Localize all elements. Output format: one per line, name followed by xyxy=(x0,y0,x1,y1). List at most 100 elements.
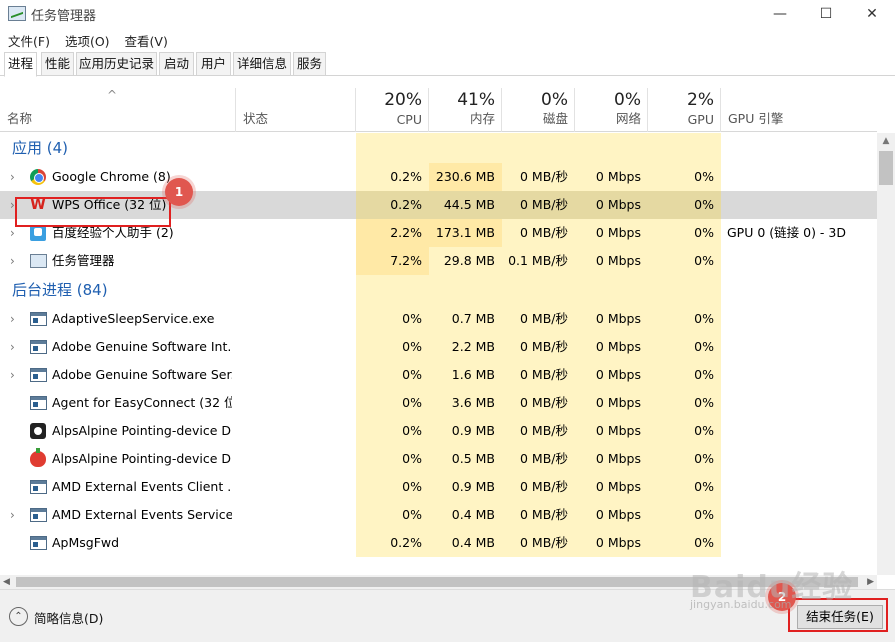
column-header: ^ 名称 状态 20% CPU 41% 内存 0% 磁盘 0% 网络 2% GP… xyxy=(0,88,877,132)
column-network[interactable]: 0% 网络 xyxy=(575,88,648,132)
column-gpu[interactable]: 2% GPU xyxy=(648,88,721,132)
cell-cpu: 0.2% xyxy=(356,529,429,557)
cell-network: 0 Mbps xyxy=(575,219,648,247)
process-name: Agent for EasyConnect (32 位) xyxy=(52,395,232,410)
column-status-label: 状态 xyxy=(243,111,269,126)
column-name-label: 名称 xyxy=(7,111,33,126)
tab-performance[interactable]: 性能 xyxy=(41,52,74,76)
cell-gpu: 0% xyxy=(648,247,721,275)
cell-memory: 0.4 MB xyxy=(429,501,502,529)
chevron-right-icon[interactable]: › xyxy=(10,163,15,191)
cell-cpu: 7.2% xyxy=(356,247,429,275)
alps-red-icon xyxy=(30,448,46,467)
scroll-up-icon[interactable]: ▲ xyxy=(877,133,895,149)
tab-processes[interactable]: 进程 xyxy=(4,52,37,77)
process-name: AlpsAlpine Pointing-device D... xyxy=(52,451,232,466)
process-row[interactable]: 7.2% 29.8 MB 0.1 MB/秒 0 Mbps 0% › 任务管理器 xyxy=(0,247,877,275)
process-row[interactable]: 0% 0.9 MB 0 MB/秒 0 Mbps 0% AMD External Event… xyxy=(0,473,877,501)
scroll-right-icon[interactable]: ▶ xyxy=(867,575,874,589)
cell-network: 0 Mbps xyxy=(575,473,648,501)
task-manager-app-icon xyxy=(8,6,26,21)
cell-network: 0 Mbps xyxy=(575,333,648,361)
cell-disk: 0 MB/秒 xyxy=(502,219,575,247)
tab-app-history[interactable]: 应用历史记录 xyxy=(76,52,157,76)
vertical-scrollbar[interactable]: ▲ xyxy=(877,133,895,575)
window-title: 任务管理器 xyxy=(31,9,97,24)
column-cpu[interactable]: 20% CPU xyxy=(356,88,429,132)
chevron-right-icon[interactable]: › xyxy=(10,333,15,361)
cell-memory: 3.6 MB xyxy=(429,389,502,417)
tab-bar: 进程 性能 应用历史记录 启动 用户 详细信息 服务 xyxy=(0,52,895,77)
menu-view[interactable]: 查看(V) xyxy=(117,28,175,50)
tab-details[interactable]: 详细信息 xyxy=(233,52,291,76)
process-row[interactable]: 0% 0.5 MB 0 MB/秒 0 Mbps 0% AlpsAlpine Pointin… xyxy=(0,445,877,473)
minimize-button[interactable]: — xyxy=(757,0,803,28)
cell-cpu: 0.2% xyxy=(356,163,429,191)
sort-chevron-icon: ^ xyxy=(107,88,118,102)
process-row[interactable]: 0% 0.7 MB 0 MB/秒 0 Mbps 0% › AdaptiveSleepServ… xyxy=(0,305,877,333)
process-row[interactable]: 0% 1.6 MB 0 MB/秒 0 Mbps 0% › Adobe Genuine Sof… xyxy=(0,361,877,389)
fewer-details-icon[interactable]: ⌃ xyxy=(9,607,28,626)
process-row[interactable]: 0.2% 0.4 MB 0 MB/秒 0 Mbps 0% ApMsgFwd xyxy=(0,529,877,557)
column-status[interactable]: 状态 xyxy=(236,88,356,132)
scroll-left-icon[interactable]: ◀ xyxy=(3,575,10,589)
service-icon xyxy=(30,340,47,354)
cell-cpu: 0.2% xyxy=(356,191,429,219)
tab-services[interactable]: 服务 xyxy=(293,52,326,76)
tab-startup[interactable]: 启动 xyxy=(159,52,194,76)
cell-gpu: 0% xyxy=(648,219,721,247)
cell-cpu: 0% xyxy=(356,361,429,389)
cell-disk: 0 MB/秒 xyxy=(502,529,575,557)
cell-gpu: 0% xyxy=(648,163,721,191)
cell-memory: 173.1 MB xyxy=(429,219,502,247)
process-name: Adobe Genuine Software Int... xyxy=(52,339,232,354)
tab-users[interactable]: 用户 xyxy=(196,52,231,76)
memory-label: 内存 xyxy=(469,111,495,126)
cell-gpu: 0% xyxy=(648,445,721,473)
process-name: AMD External Events Service ... xyxy=(52,507,232,522)
gpu-total: 2% xyxy=(687,90,714,110)
disk-label: 磁盘 xyxy=(542,111,568,126)
cell-disk: 0 MB/秒 xyxy=(502,191,575,219)
process-name: AlpsAlpine Pointing-device D... xyxy=(52,423,232,438)
process-row[interactable]: 0% 0.4 MB 0 MB/秒 0 Mbps 0% › AMD External Even… xyxy=(0,501,877,529)
menu-file[interactable]: 文件(F) xyxy=(0,28,57,50)
column-name[interactable]: ^ 名称 xyxy=(0,88,236,132)
chevron-right-icon[interactable]: › xyxy=(10,305,15,333)
chevron-right-icon[interactable]: › xyxy=(10,501,15,529)
cell-memory: 44.5 MB xyxy=(429,191,502,219)
process-row[interactable]: 0% 0.9 MB 0 MB/秒 0 Mbps 0% AlpsAlpine Pointin… xyxy=(0,417,877,445)
column-disk[interactable]: 0% 磁盘 xyxy=(502,88,575,132)
group-header-apps: 应用 (4) xyxy=(0,133,877,163)
cell-disk: 0 MB/秒 xyxy=(502,305,575,333)
cell-gpu-engine: GPU 0 (链接 0) - 3D xyxy=(727,225,846,240)
chevron-right-icon[interactable]: › xyxy=(10,361,15,389)
alps-icon xyxy=(30,423,46,439)
process-row[interactable]: 0.2% 230.6 MB 0 MB/秒 0 Mbps 0% › Google Chrome… xyxy=(0,163,877,191)
cell-network: 0 Mbps xyxy=(575,163,648,191)
service-icon xyxy=(30,508,47,522)
vertical-scroll-thumb[interactable] xyxy=(879,151,893,185)
cell-memory: 0.9 MB xyxy=(429,473,502,501)
annotation-box-wps xyxy=(15,197,171,227)
fewer-details-link[interactable]: 简略信息(D) xyxy=(34,608,103,627)
maximize-button[interactable]: ☐ xyxy=(803,0,849,28)
menu-options[interactable]: 选项(O) xyxy=(57,28,117,50)
cell-disk: 0 MB/秒 xyxy=(502,361,575,389)
chevron-right-icon[interactable]: › xyxy=(10,247,15,275)
group-title-apps: 应用 (4) xyxy=(12,139,69,157)
column-memory[interactable]: 41% 内存 xyxy=(429,88,502,132)
column-gpu-engine[interactable]: GPU 引擎 xyxy=(721,88,877,132)
cell-memory: 0.5 MB xyxy=(429,445,502,473)
cell-disk: 0 MB/秒 xyxy=(502,501,575,529)
cell-cpu: 0% xyxy=(356,445,429,473)
cell-gpu: 0% xyxy=(648,389,721,417)
process-row[interactable]: 0% 2.2 MB 0 MB/秒 0 Mbps 0% › Adobe Genuine Sof… xyxy=(0,333,877,361)
cell-network: 0 Mbps xyxy=(575,247,648,275)
memory-total: 41% xyxy=(457,90,495,110)
cell-gpu: 0% xyxy=(648,333,721,361)
close-button[interactable]: ✕ xyxy=(849,0,895,28)
process-row[interactable]: 0% 3.6 MB 0 MB/秒 0 Mbps 0% Agent for EasyConn… xyxy=(0,389,877,417)
cell-disk: 0 MB/秒 xyxy=(502,333,575,361)
group-title-background: 后台进程 (84) xyxy=(12,281,108,299)
